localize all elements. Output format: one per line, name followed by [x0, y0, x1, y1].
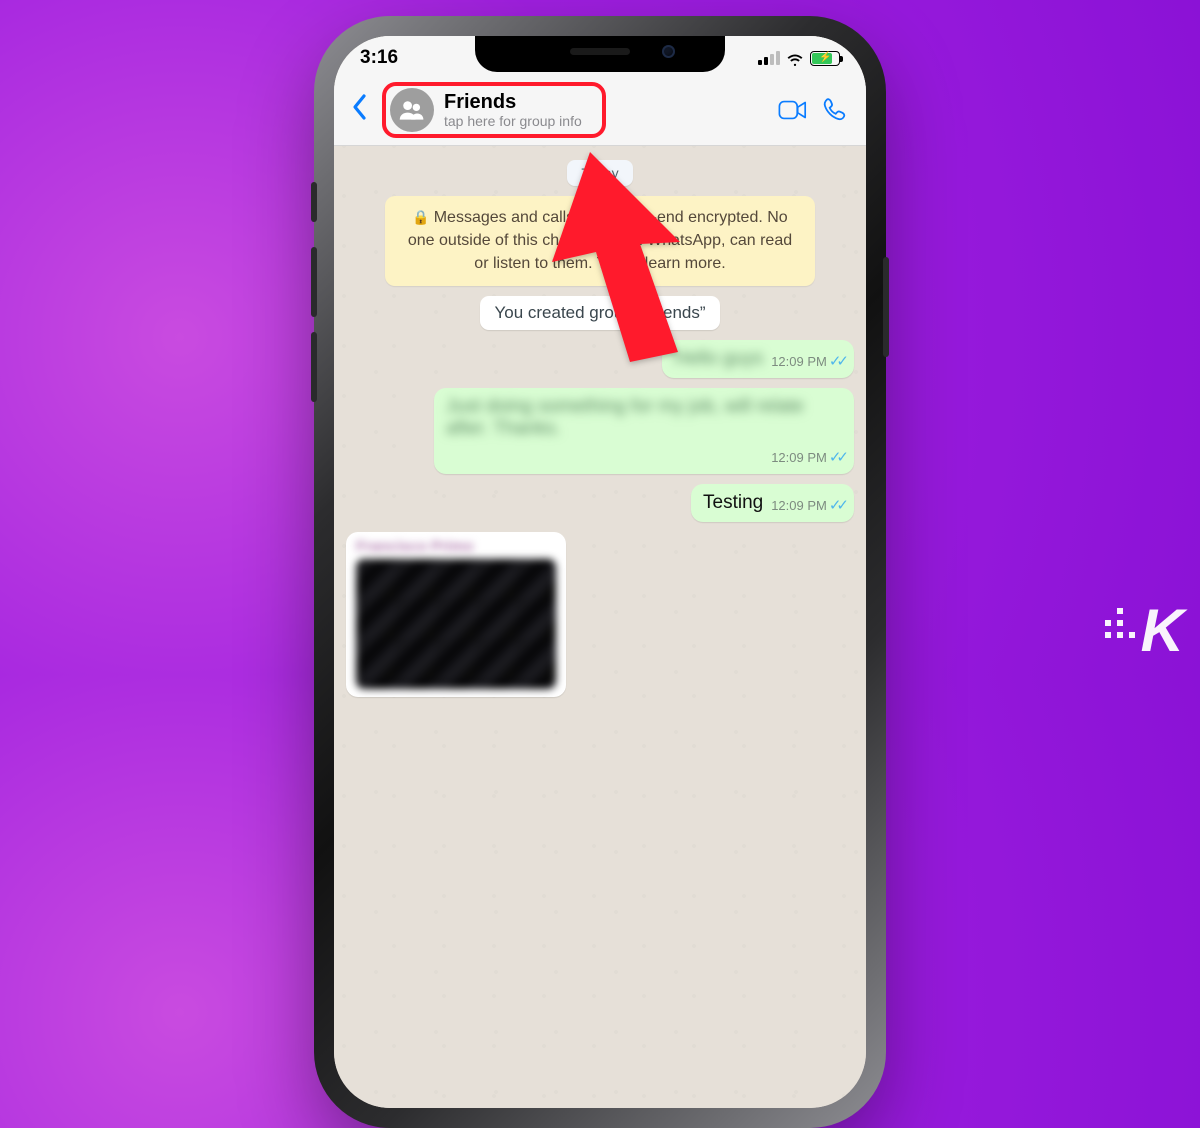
lock-icon: 🔒 [412, 209, 429, 225]
outgoing-message[interactable]: Just doing something for my job, will re… [434, 388, 854, 474]
message-text: Testing [703, 492, 763, 514]
message-text: Hello guys [674, 348, 763, 370]
read-ticks-icon: ✓✓ [829, 497, 844, 514]
battery-charging-icon: ⚡ [810, 51, 840, 66]
encryption-notice[interactable]: 🔒Messages and calls are end-to-end encry… [385, 196, 815, 286]
cellular-signal-icon [758, 51, 780, 65]
chat-title: Friends [444, 91, 582, 114]
status-time: 3:16 [360, 47, 398, 69]
volume-down-button [311, 332, 317, 402]
mute-switch [311, 182, 317, 222]
phone-frame: 3:16 ⚡ [320, 22, 880, 1122]
chat-title-area[interactable]: Friends tap here for group info [382, 82, 606, 138]
outgoing-message[interactable]: Testing 12:09 PM✓✓ [691, 484, 854, 522]
read-ticks-icon: ✓✓ [829, 449, 844, 466]
encryption-text: Messages and calls are end-to-end encryp… [408, 209, 792, 272]
power-button [883, 257, 889, 357]
phone-screen: 3:16 ⚡ [334, 36, 866, 1108]
message-time: 12:09 PM [771, 354, 827, 369]
outgoing-message[interactable]: Hello guys 12:09 PM✓✓ [662, 340, 854, 378]
image-attachment[interactable] [356, 559, 556, 689]
system-message: You created group “Friends” [480, 296, 719, 330]
watermark-logo: K [1141, 596, 1182, 665]
notch [475, 36, 725, 72]
message-text: Just doing something for my job, will re… [446, 396, 844, 440]
incoming-message[interactable]: Francisco Primo [346, 532, 566, 697]
date-separator: Today [567, 160, 632, 186]
wifi-icon [786, 51, 804, 65]
group-avatar-icon [390, 88, 434, 132]
sender-name: Francisco Primo [356, 538, 558, 555]
volume-up-button [311, 247, 317, 317]
message-time: 12:09 PM [771, 498, 827, 513]
read-ticks-icon: ✓✓ [829, 353, 844, 370]
chat-subtitle: tap here for group info [444, 113, 582, 129]
voice-call-button[interactable] [818, 95, 852, 125]
chat-scroll-area[interactable]: Today 🔒Messages and calls are end-to-end… [334, 146, 866, 711]
back-button[interactable] [344, 93, 374, 127]
message-time: 12:09 PM [771, 450, 827, 465]
chat-header: Friends tap here for group info [334, 80, 866, 146]
video-call-button[interactable] [776, 95, 810, 125]
